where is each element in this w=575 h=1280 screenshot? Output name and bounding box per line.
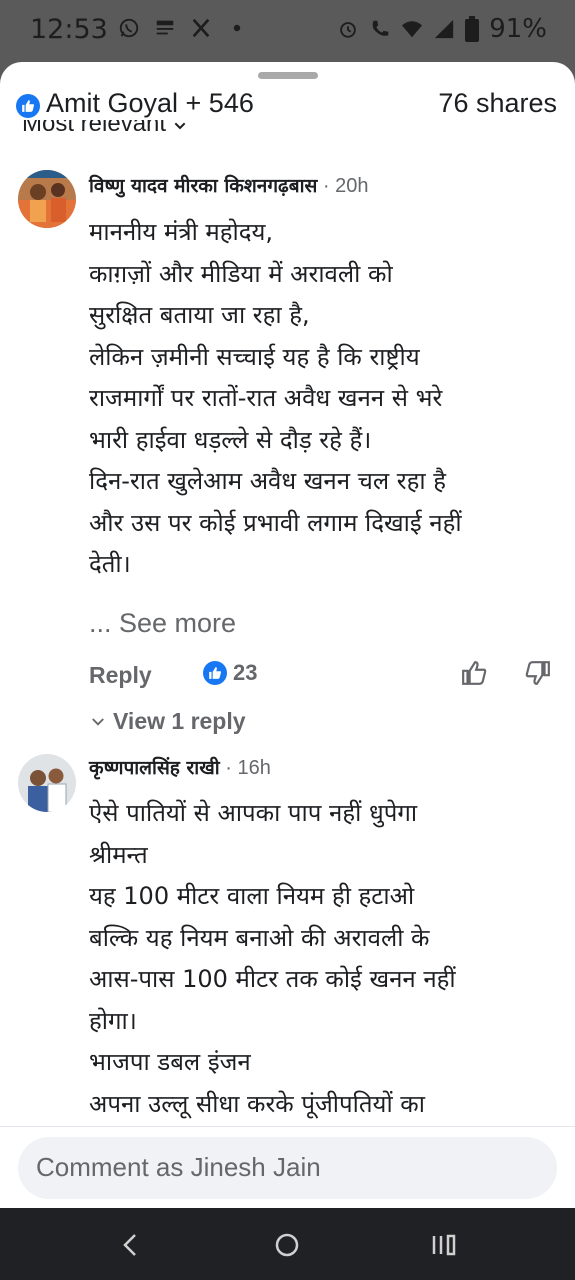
shares-count[interactable]: 76 shares [438,88,557,119]
whatsapp-icon [119,18,139,38]
signal-icon [435,19,454,39]
back-icon[interactable] [116,1230,146,1260]
status-bar: 12:53 91% [0,0,575,62]
system-navigation-bar [0,1208,575,1280]
dot-icon [233,24,241,32]
notification-icons [118,17,248,39]
sort-label: Most relevant [22,120,167,137]
view-replies-button[interactable]: View 1 reply [89,708,246,735]
comment-time[interactable]: · 20h [317,175,369,197]
battery-percent: 91% [489,14,547,44]
comment-author[interactable]: कृष्णपालसिंह राखी · 16h [89,754,271,780]
comments-sheet: Amit Goyal + 546 76 shares Most relevant… [0,62,575,1208]
avatar[interactable] [18,754,76,812]
battery-icon [465,16,480,42]
home-icon[interactable] [272,1230,302,1260]
system-icons: 91% [337,14,547,44]
downvote-icon[interactable] [525,660,551,686]
like-reaction-icon [16,94,40,118]
like-count-value: 23 [233,660,258,685]
status-time: 12:53 [30,14,108,45]
comment-time[interactable]: · 16h [220,757,271,779]
comment-text: माननीय मंत्री महोदय, काग़ज़ों और मीडिया … [89,218,462,578]
author-name[interactable]: विष्णु यादव मीरका किशनगढ़बास [89,175,317,197]
recents-icon[interactable] [428,1230,458,1260]
like-count[interactable]: 23 [203,660,257,686]
view-replies-label: View 1 reply [113,708,246,734]
news-app-icon [156,20,174,35]
comment-text: ऐसे पातियों से आपका पाप नहीं धुपेगा श्री… [89,799,456,1118]
like-reaction-icon [203,661,227,685]
comment-input[interactable]: Comment as Jinesh Jain [18,1137,557,1199]
see-more-link[interactable]: ... See more [89,608,236,639]
sort-dropdown[interactable]: Most relevant [22,120,188,146]
reply-button[interactable]: Reply [89,662,152,689]
reactions-summary[interactable]: Amit Goyal + 546 [46,88,254,119]
comment-actions: Reply 23 [89,660,559,696]
comment-composer: Comment as Jinesh Jain [0,1126,575,1208]
wifi-icon [402,21,423,38]
author-name[interactable]: कृष्णपालसिंह राखी [89,757,220,779]
avatar[interactable] [18,170,76,228]
wifi-calling-icon [372,20,389,36]
comment-author[interactable]: विष्णु यादव मीरका किशनगढ़बास · 20h [89,172,369,198]
comment-input-placeholder: Comment as Jinesh Jain [36,1152,321,1182]
chevron-down-icon [174,122,186,130]
drag-handle[interactable] [258,72,318,79]
upvote-icon[interactable] [461,660,487,686]
chevron-down-icon [92,717,104,726]
x-icon [192,18,210,38]
alarm-icon [340,22,356,38]
